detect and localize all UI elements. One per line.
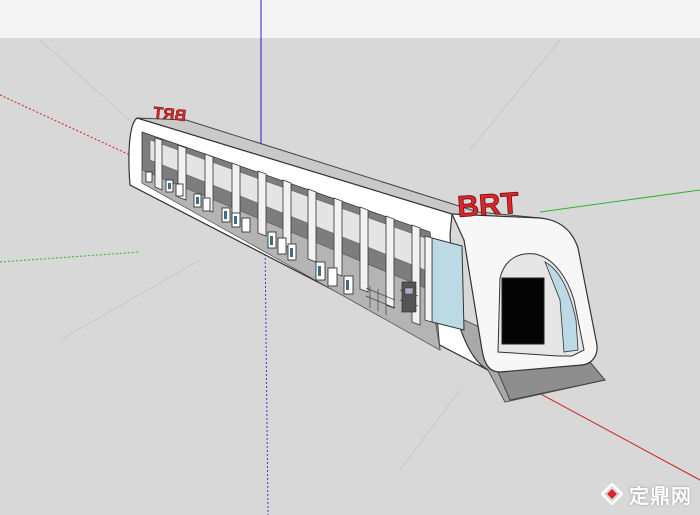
glass-panel[interactable] xyxy=(431,237,465,331)
entrance-door[interactable] xyxy=(501,277,545,345)
brt-sign-rear: BRT xyxy=(152,105,187,125)
watermark-text: 定鼎网 xyxy=(629,483,692,508)
green-axis xyxy=(539,189,700,213)
green-axis-dashed xyxy=(0,251,141,263)
red-axis-dashed xyxy=(0,94,131,156)
ticket-booth xyxy=(401,281,417,313)
diamond-logo-icon xyxy=(601,483,623,505)
brt-sign-front: BRT xyxy=(456,187,520,224)
watermark: 定鼎网 xyxy=(601,479,692,509)
brt-station-model[interactable]: BRT BRT xyxy=(0,0,700,515)
